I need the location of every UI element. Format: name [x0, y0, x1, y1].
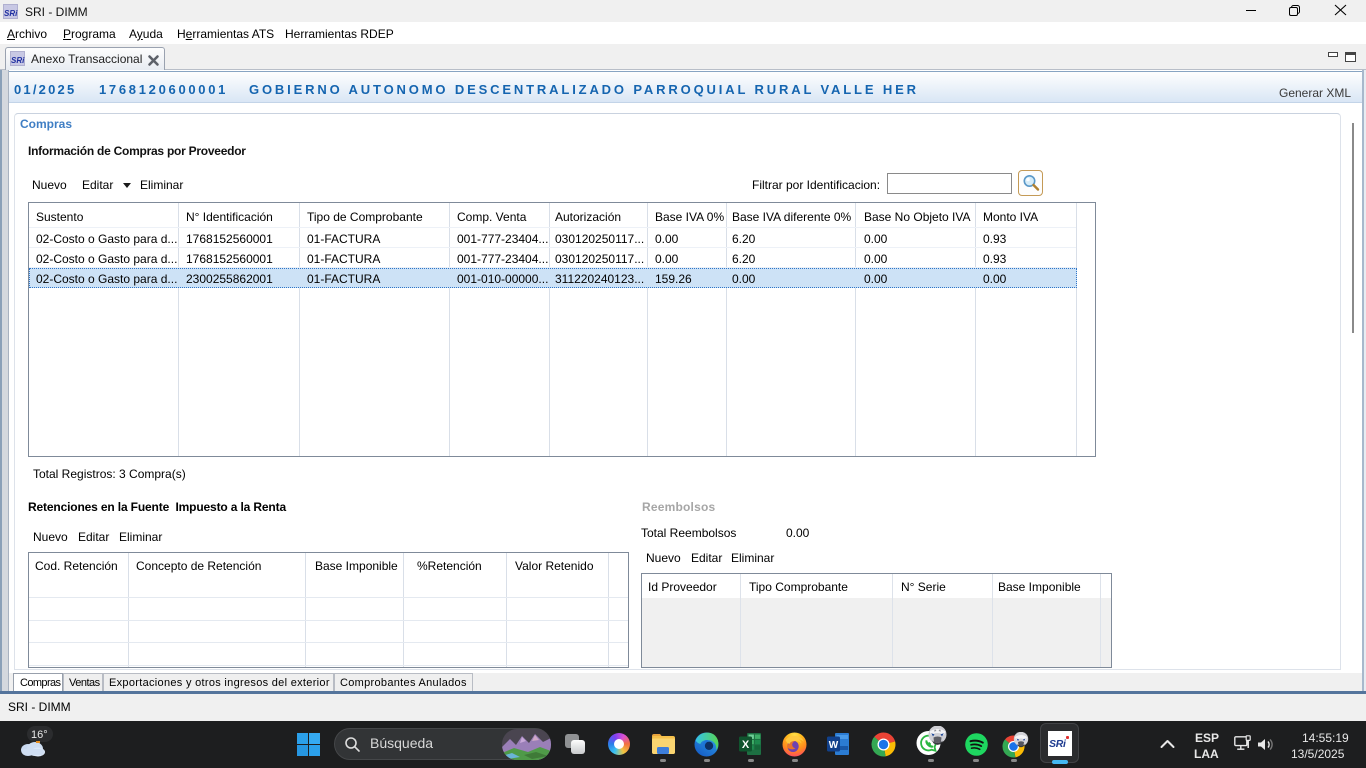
svg-text:X: X	[742, 739, 750, 751]
svg-text:W: W	[829, 740, 839, 751]
